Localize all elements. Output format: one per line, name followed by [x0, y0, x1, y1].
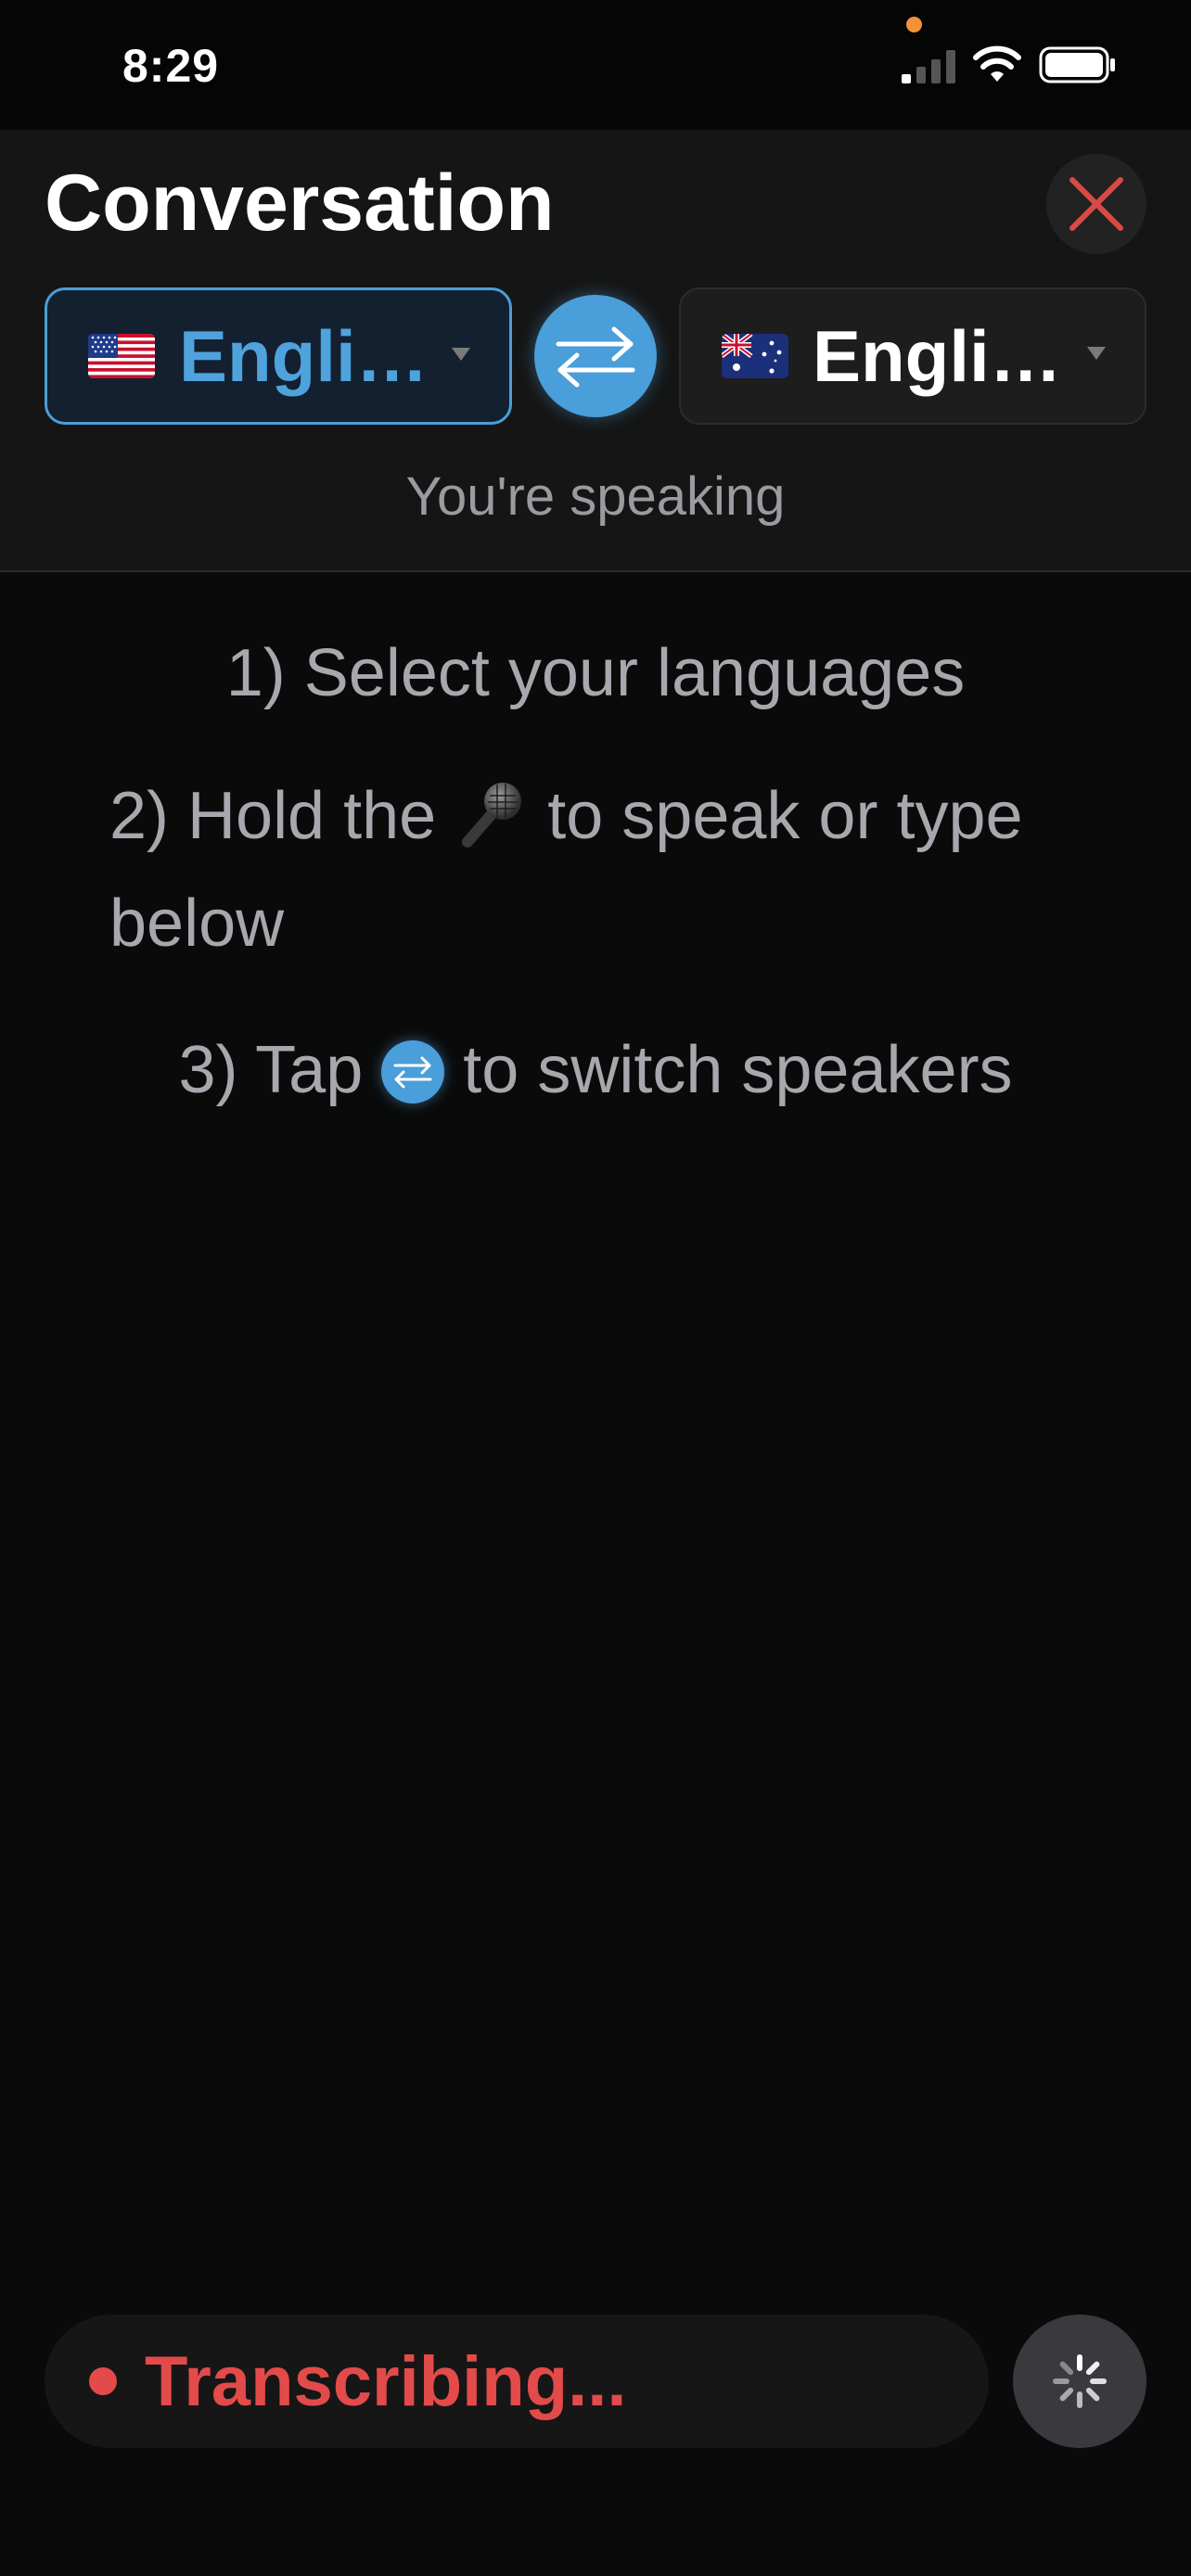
swap-arrows-icon	[381, 1040, 445, 1103]
page-title: Conversation	[45, 159, 555, 248]
swap-languages-button[interactable]	[534, 295, 657, 417]
swap-arrows-icon	[556, 326, 635, 388]
speaker-status: You're speaking	[405, 466, 786, 527]
instruction-step-3-prefix: 3) Tap	[178, 1033, 364, 1107]
transcription-input[interactable]: Transcribing...	[45, 2315, 989, 2448]
instruction-step-2: 2) Hold the to speak or type below	[109, 762, 1037, 977]
au-flag-icon	[722, 334, 788, 378]
privacy-indicator	[906, 17, 922, 32]
battery-icon	[1039, 46, 1115, 83]
instruction-step-1: 1) Select your languages	[0, 619, 1191, 727]
instruction-step-1-text: 1) Select your languages	[225, 636, 966, 710]
target-language-label: Engli…	[813, 314, 1062, 397]
chevron-down-icon	[1087, 347, 1106, 360]
instruction-step-2-prefix: 2) Hold the	[109, 779, 437, 853]
instruction-step-3-suffix: to switch speakers	[463, 1033, 1013, 1107]
recording-indicator-icon	[89, 2367, 117, 2395]
status-time: 8:29	[122, 40, 220, 92]
header: Conversation Engli… Engli… You're speaki…	[0, 130, 1191, 572]
transcribing-status: Transcribing...	[145, 2341, 627, 2421]
close-icon	[1069, 177, 1123, 231]
target-language-select[interactable]: Engli…	[679, 287, 1146, 425]
us-flag-icon	[88, 334, 155, 378]
status-bar: 8:29	[0, 0, 1191, 130]
signal-icon	[902, 50, 955, 83]
conversation-screen: 8:29 Conversation Engli… Engli… You're s…	[0, 0, 1191, 2576]
chevron-down-icon	[452, 348, 470, 361]
microphone-icon	[462, 783, 522, 848]
wifi-icon	[973, 45, 1021, 82]
source-language-label: Engli…	[179, 314, 429, 397]
mic-loading-button[interactable]	[1013, 2315, 1146, 2448]
close-button[interactable]	[1046, 154, 1146, 254]
spinner-icon	[1053, 2354, 1107, 2408]
instruction-step-3: 3) Tap to switch speakers	[0, 1016, 1191, 1124]
source-language-select[interactable]: Engli…	[45, 287, 512, 425]
